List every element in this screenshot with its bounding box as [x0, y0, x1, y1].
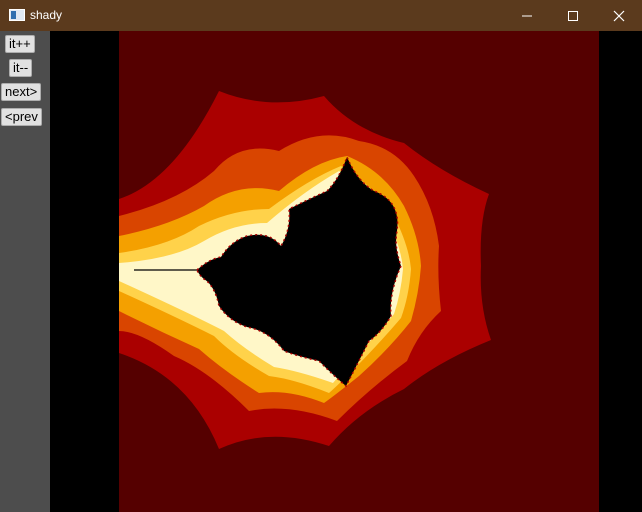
minimize-icon	[522, 15, 532, 16]
minimize-button[interactable]	[504, 0, 550, 31]
canvas-right-margin	[599, 31, 642, 512]
close-button[interactable]	[596, 0, 642, 31]
prev-button[interactable]: <prev	[1, 108, 42, 126]
control-sidebar: it++ it-- next> <prev	[0, 31, 50, 512]
maximize-button[interactable]	[550, 0, 596, 31]
maximize-icon	[568, 10, 578, 21]
title-bar: shady	[0, 0, 642, 31]
canvas-left-margin	[50, 31, 119, 512]
close-icon	[613, 10, 625, 21]
app-window-icon	[9, 9, 25, 21]
mandelbrot-render[interactable]	[119, 31, 599, 512]
iterations-decrease-button[interactable]: it--	[9, 59, 33, 77]
next-button[interactable]: next>	[1, 83, 42, 101]
iterations-increase-button[interactable]: it++	[5, 35, 35, 53]
window-title: shady	[30, 8, 63, 22]
